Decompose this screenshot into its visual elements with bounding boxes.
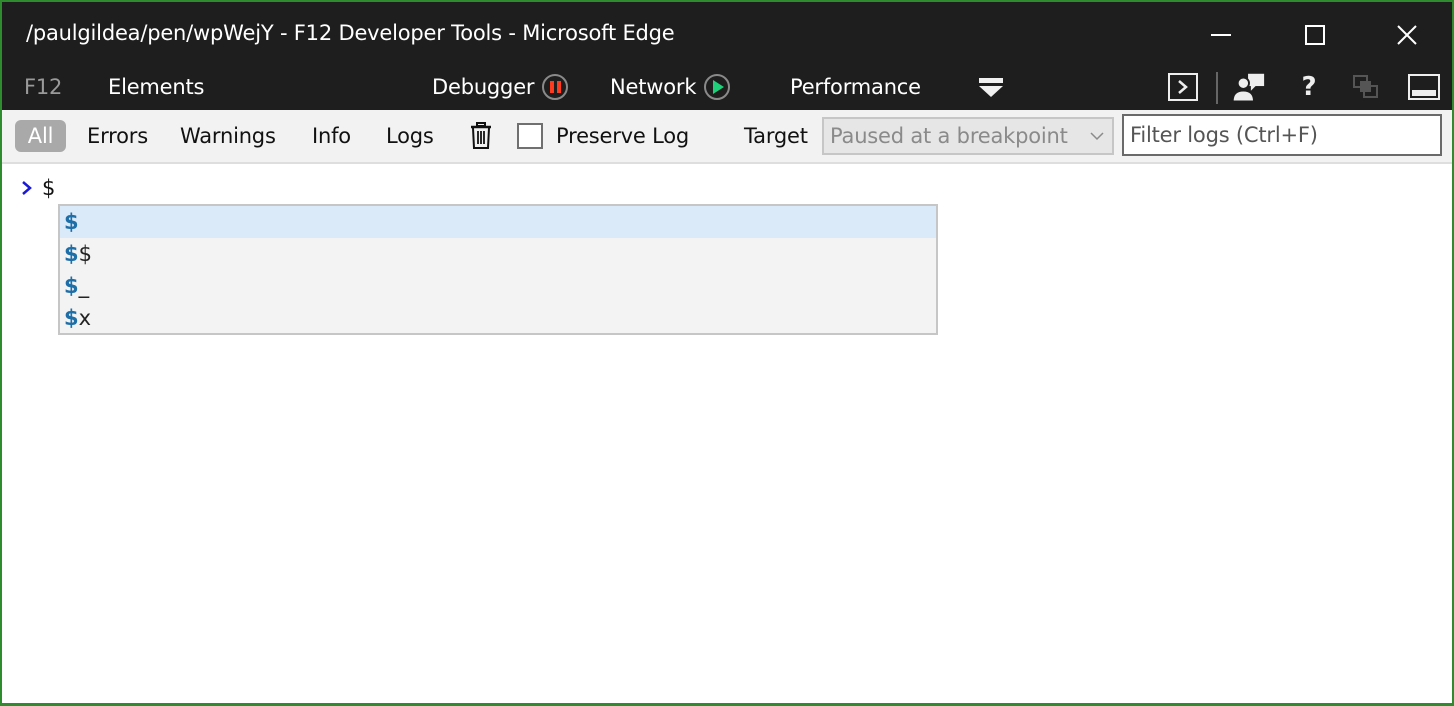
- title-bar: /paulgildea/pen/wpWejY - F12 Developer T…: [2, 2, 1452, 64]
- tab-elements[interactable]: Elements: [108, 64, 204, 110]
- help-button[interactable]: ?: [1292, 71, 1326, 103]
- tiles-icon: [1353, 75, 1378, 98]
- pause-icon: [542, 74, 569, 100]
- filter-warnings-button[interactable]: Warnings: [180, 120, 276, 152]
- trash-icon: [471, 122, 491, 149]
- preserve-log-label: Preserve Log: [556, 124, 690, 148]
- window-title: /paulgildea/pen/wpWejY - F12 Developer T…: [26, 21, 675, 45]
- match-rest: $: [78, 242, 92, 266]
- minimize-icon: [1211, 34, 1231, 36]
- dock-bottom-icon: [1408, 74, 1440, 100]
- close-icon: [1397, 25, 1417, 45]
- tiles-button[interactable]: [1349, 71, 1383, 103]
- tab-label: Performance: [790, 75, 921, 99]
- feedback-button[interactable]: [1232, 71, 1266, 103]
- tab-label: Elements: [108, 75, 205, 99]
- autocomplete-item[interactable]: $ _: [60, 270, 936, 302]
- target-select[interactable]: Paused at a breakpoint: [822, 117, 1114, 155]
- prompt-chevron-icon: [22, 181, 32, 195]
- preserve-log-toggle[interactable]: Preserve Log: [517, 120, 689, 152]
- f12-label: F12: [24, 75, 63, 99]
- match-prefix: $: [64, 306, 79, 330]
- clear-console-button[interactable]: [469, 122, 493, 150]
- more-tabs-button[interactable]: [976, 78, 1006, 100]
- match-rest: _: [78, 274, 90, 298]
- feedback-icon: [1232, 73, 1265, 102]
- autocomplete-item[interactable]: $ $: [60, 238, 936, 270]
- autocomplete-item[interactable]: $ x: [60, 302, 936, 334]
- console-toggle-button[interactable]: [1166, 71, 1200, 103]
- filter-errors-button[interactable]: Errors: [87, 120, 148, 152]
- target-value: Paused at a breakpoint: [830, 124, 1068, 148]
- filter-all-button[interactable]: All: [15, 120, 66, 152]
- minimize-button[interactable]: [1198, 12, 1244, 58]
- toolbar-divider: [1216, 72, 1218, 104]
- tab-debugger[interactable]: Debugger: [432, 64, 569, 110]
- tab-bar: F12 Elements Console Debugger Network Pe…: [2, 64, 1452, 272]
- tab-network[interactable]: Network: [610, 64, 731, 110]
- match-prefix: $: [64, 210, 79, 234]
- match-prefix: $: [64, 242, 79, 266]
- devtools-window: /paulgildea/pen/wpWejY - F12 Developer T…: [0, 0, 1454, 706]
- filter-logs-button[interactable]: Logs: [386, 120, 434, 152]
- console-toolbar: All Errors Warnings Info Logs Preserve L…: [2, 110, 1452, 164]
- overflow-icon: [979, 78, 1003, 83]
- target-label: Target: [744, 124, 808, 148]
- play-icon: [704, 74, 731, 100]
- maximize-icon: [1305, 25, 1325, 45]
- autocomplete-item[interactable]: $: [60, 206, 936, 238]
- maximize-button[interactable]: [1292, 12, 1338, 58]
- preserve-log-checkbox[interactable]: [517, 123, 543, 149]
- close-button[interactable]: [1384, 12, 1430, 58]
- match-rest: x: [78, 306, 92, 330]
- console-output: $ $ $ $ $ _ $ x: [2, 164, 1452, 703]
- tab-label: Network: [610, 75, 697, 99]
- console-prompt[interactable]: $: [20, 176, 55, 200]
- filter-info-button[interactable]: Info: [312, 120, 351, 152]
- chevron-down-icon: [1090, 132, 1104, 141]
- autocomplete-list: $ $ $ $ _ $ x: [58, 204, 938, 335]
- help-icon: ?: [1301, 72, 1317, 102]
- match-prefix: $: [64, 274, 79, 298]
- dock-button[interactable]: [1407, 71, 1441, 103]
- console-toggle-icon: [1168, 73, 1198, 101]
- console-input-text[interactable]: $: [42, 176, 55, 200]
- filter-logs-input[interactable]: [1122, 114, 1442, 156]
- tab-performance[interactable]: Performance: [790, 64, 921, 110]
- tab-label: Debugger: [432, 75, 535, 99]
